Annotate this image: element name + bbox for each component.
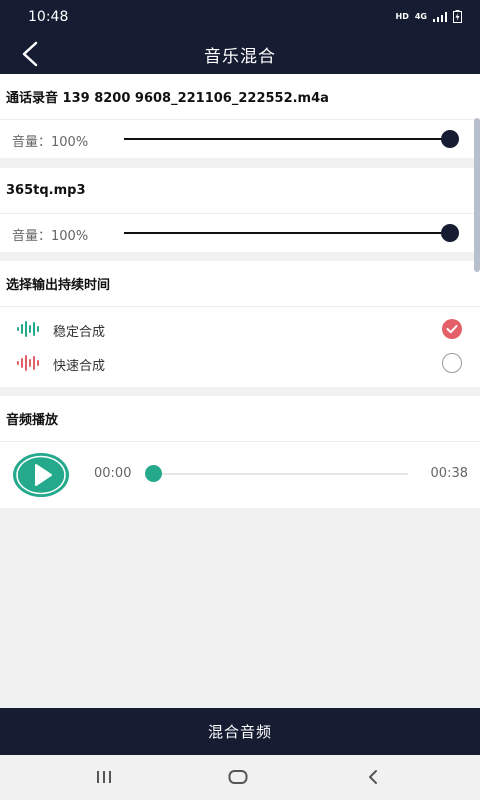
track-2-volume-label: 音量：100% (12, 229, 89, 244)
status-time: 10:48 (28, 9, 69, 25)
option-stable[interactable]: 稳定合成 (0, 312, 480, 346)
signal-icon (433, 11, 447, 22)
track-1-name: 通话录音 139 8200 9608_221106_222552.m4a (0, 74, 480, 120)
track-1-card: 通话录音 139 8200 9608_221106_222552.m4a 音量：… (0, 74, 480, 158)
network-indicator: 4G (414, 12, 427, 21)
duration-card: 选择输出持续时间 稳定合成 快速合成 (0, 261, 480, 387)
recent-apps-button[interactable] (89, 765, 119, 789)
player-heading: 音频播放 (0, 396, 480, 442)
option-stable-radio[interactable] (442, 319, 462, 339)
track-2-volume-row: 音量：100% (0, 214, 480, 252)
checkmark-icon (446, 325, 458, 334)
track-1-volume-thumb[interactable] (441, 130, 459, 148)
mix-audio-button[interactable]: 混合音频 (0, 708, 480, 755)
play-button[interactable] (12, 452, 70, 498)
track-2-volume-track[interactable] (124, 232, 450, 234)
nav-back-button[interactable] (358, 765, 388, 789)
option-stable-label: 稳定合成 (53, 325, 106, 340)
home-icon (228, 770, 248, 784)
scrollbar[interactable] (474, 118, 480, 272)
recent-apps-icon (97, 771, 111, 783)
option-fast[interactable]: 快速合成 (0, 346, 480, 380)
option-fast-label: 快速合成 (53, 359, 106, 374)
option-fast-radio[interactable] (442, 353, 462, 373)
hd-indicator: HD (395, 12, 409, 21)
system-nav-bar (0, 755, 480, 800)
track-1-volume-row: 音量：100% (0, 120, 480, 158)
home-button[interactable] (223, 765, 253, 789)
back-chevron-icon (369, 770, 377, 784)
player-row: 00:00 00:38 (0, 442, 480, 506)
battery-icon (453, 10, 462, 23)
waveform-icon (17, 355, 39, 371)
track-2-card: 365tq.mp3 音量：100% (0, 168, 480, 252)
waveform-icon (17, 321, 39, 337)
track-1-volume-label: 音量：100% (12, 135, 89, 150)
status-icons: HD 4G (396, 10, 462, 23)
status-bar: 10:48 HD 4G (0, 0, 480, 34)
page-title: 音乐混合 (204, 47, 276, 67)
progress-track[interactable] (154, 473, 408, 475)
player-card: 音频播放 00:00 00:38 (0, 396, 480, 508)
app-bar: 音乐混合 (0, 34, 480, 74)
track-2-name: 365tq.mp3 (0, 168, 480, 214)
track-1-volume-track[interactable] (124, 138, 450, 140)
progress-thumb[interactable] (145, 465, 162, 482)
total-time: 00:38 (430, 466, 468, 481)
duration-heading: 选择输出持续时间 (0, 261, 480, 307)
current-time: 00:00 (94, 466, 132, 481)
track-2-volume-thumb[interactable] (441, 224, 459, 242)
